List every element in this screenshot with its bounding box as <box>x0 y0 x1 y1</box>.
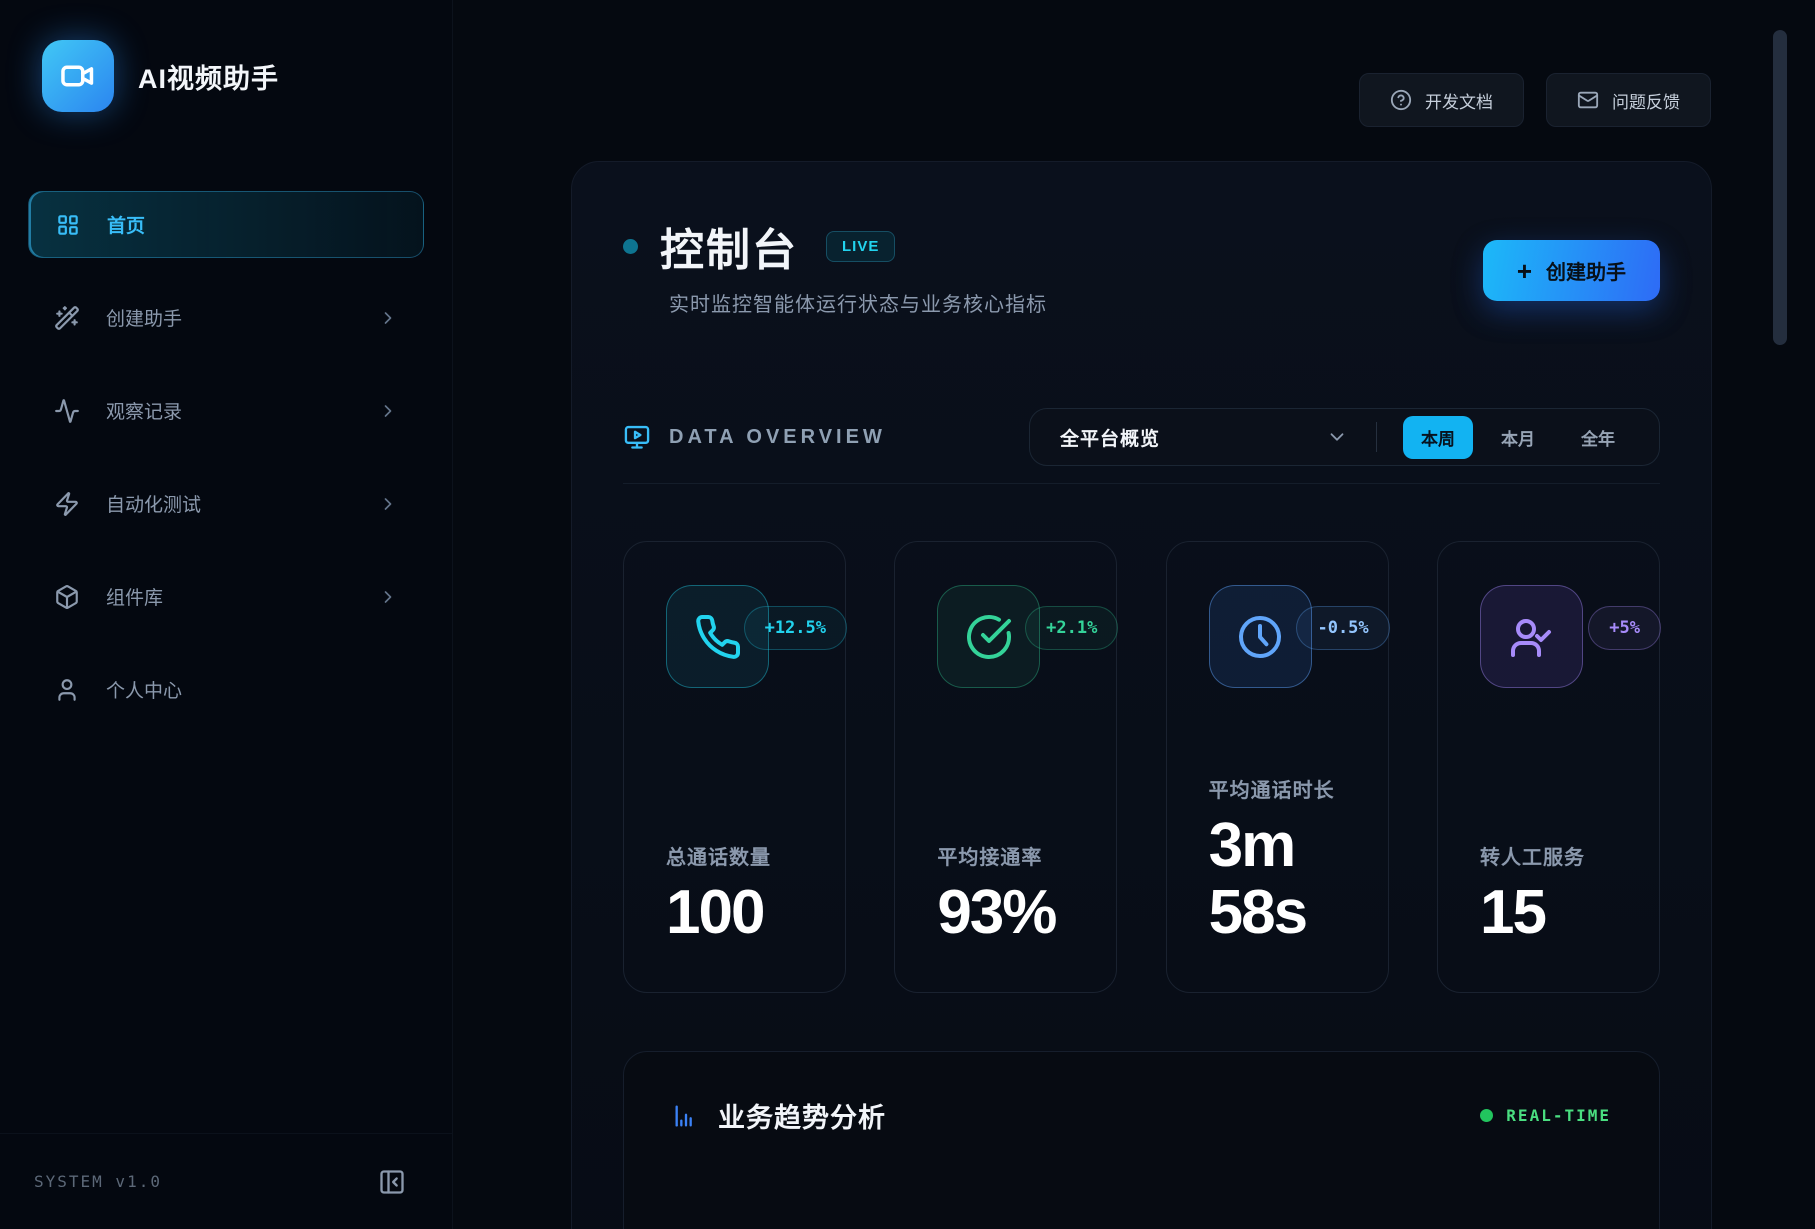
tab-this-week[interactable]: 本周 <box>1403 416 1473 459</box>
console-header: 控制台 LIVE 实时监控智能体运行状态与业务核心指标 + 创建助手 <box>623 162 1660 317</box>
trend-title: 业务趋势分析 <box>718 1096 886 1135</box>
stat-trend-badge: +12.5% <box>744 606 847 650</box>
main-content: 开发文档 问题反馈 控制台 LIVE 实时监控智能体运行状态与业务核心指标 <box>453 0 1815 1229</box>
sidebar: AI视频助手 首页 创建助手 <box>0 0 453 1229</box>
sidebar-item-label: 观察记录 <box>106 397 182 424</box>
live-badge: LIVE <box>826 231 895 262</box>
feedback-label: 问题反馈 <box>1612 88 1680 113</box>
sidebar-item-personal-center[interactable]: 个人中心 <box>28 656 424 723</box>
help-circle-icon <box>1390 89 1412 111</box>
realtime-status: REAL-TIME <box>1480 1106 1611 1125</box>
chevron-right-icon <box>378 308 398 328</box>
app-logo <box>42 40 114 112</box>
sidebar-item-create-assistant[interactable]: 创建助手 <box>28 284 424 351</box>
status-dot <box>623 239 638 254</box>
panel-collapse-icon <box>378 1168 406 1196</box>
sidebar-item-label: 首页 <box>107 211 145 238</box>
chevron-right-icon <box>378 401 398 421</box>
dev-docs-label: 开发文档 <box>1425 88 1493 113</box>
range-tabs: 本周 本月 全年 <box>1403 416 1633 459</box>
app-logo-row: AI视频助手 <box>42 40 279 112</box>
plus-icon: + <box>1517 258 1532 284</box>
video-camera-icon <box>59 57 97 95</box>
status-dot <box>1480 1109 1493 1122</box>
page-subtitle: 实时监控智能体运行状态与业务核心指标 <box>669 288 1047 317</box>
sidebar-item-home[interactable]: 首页 <box>28 191 424 258</box>
sidebar-item-automation-test[interactable]: 自动化测试 <box>28 470 424 537</box>
stat-card-total-calls: +12.5% 总通话数量 100 <box>623 541 846 993</box>
dashboard-icon <box>55 212 81 238</box>
stat-trend-badge: +5% <box>1588 606 1661 650</box>
stat-card-human-transfer: +5% 转人工服务 15 <box>1437 541 1660 993</box>
stat-label: 平均接通率 <box>937 841 1074 870</box>
sidebar-nav: 首页 创建助手 观察记录 <box>28 191 424 749</box>
create-assistant-label: 创建助手 <box>1546 256 1626 285</box>
mail-icon <box>1577 89 1599 111</box>
activity-icon <box>54 398 80 424</box>
platform-select-value: 全平台概览 <box>1060 424 1160 451</box>
divider <box>1376 422 1377 452</box>
sidebar-item-observe-records[interactable]: 观察记录 <box>28 377 424 444</box>
platform-select[interactable]: 全平台概览 <box>1060 424 1376 451</box>
bar-chart-icon <box>672 1102 700 1130</box>
realtime-label: REAL-TIME <box>1506 1106 1611 1125</box>
feedback-button[interactable]: 问题反馈 <box>1546 73 1711 127</box>
dev-docs-button[interactable]: 开发文档 <box>1359 73 1524 127</box>
stat-card-answer-rate: +2.1% 平均接通率 93% <box>894 541 1117 993</box>
stat-label: 总通话数量 <box>666 841 803 870</box>
stat-icon-tile <box>937 585 1040 688</box>
console-title-block: 控制台 LIVE 实时监控智能体运行状态与业务核心指标 <box>623 214 1047 317</box>
stat-value: 93% <box>937 880 1087 947</box>
cube-icon <box>54 584 80 610</box>
sidebar-item-label: 自动化测试 <box>106 490 201 517</box>
sidebar-item-label: 创建助手 <box>106 304 182 331</box>
bolt-icon <box>54 491 80 517</box>
chevron-down-icon <box>1326 426 1348 448</box>
sidebar-item-label: 组件库 <box>106 583 163 610</box>
create-assistant-button[interactable]: + 创建助手 <box>1483 240 1660 301</box>
topbar: 开发文档 问题反馈 <box>1359 73 1711 127</box>
sidebar-item-component-library[interactable]: 组件库 <box>28 563 424 630</box>
stat-icon-tile <box>1209 585 1312 688</box>
sidebar-footer: SYSTEM v1.0 <box>0 1133 452 1229</box>
stat-cards: +12.5% 总通话数量 100 +2.1% 平均接通率 93% <box>623 541 1660 993</box>
page-title: 控制台 <box>660 214 798 278</box>
user-check-icon <box>1507 613 1555 661</box>
tab-this-year[interactable]: 全年 <box>1563 416 1633 459</box>
clock-icon <box>1236 613 1284 661</box>
collapse-sidebar-button[interactable] <box>378 1168 406 1196</box>
stat-label: 转人工服务 <box>1480 841 1617 870</box>
sidebar-item-label: 个人中心 <box>106 676 182 703</box>
stat-trend-badge: +2.1% <box>1025 606 1118 650</box>
stat-card-avg-duration: -0.5% 平均通话时长 3m 58s <box>1166 541 1389 993</box>
trend-analysis-panel: 业务趋势分析 REAL-TIME <box>623 1051 1660 1229</box>
monitor-play-icon <box>623 423 651 451</box>
vertical-scrollbar-thumb[interactable] <box>1773 30 1787 345</box>
stat-label: 平均通话时长 <box>1209 774 1346 803</box>
chevron-right-icon <box>378 494 398 514</box>
app-title: AI视频助手 <box>138 57 279 96</box>
data-overview-bar: DATA OVERVIEW 全平台概览 本周 本月 全年 <box>623 408 1660 466</box>
stat-icon-tile <box>1480 585 1583 688</box>
divider <box>623 483 1660 484</box>
check-circle-icon <box>965 613 1013 661</box>
console-panel: 控制台 LIVE 实时监控智能体运行状态与业务核心指标 + 创建助手 DATA … <box>571 161 1712 1229</box>
phone-icon <box>694 613 742 661</box>
stat-value: 15 <box>1480 880 1630 947</box>
stat-value: 100 <box>666 880 816 947</box>
data-overview-label: DATA OVERVIEW <box>669 426 886 449</box>
stat-trend-badge: -0.5% <box>1296 606 1389 650</box>
stat-value: 3m 58s <box>1209 813 1359 947</box>
system-version: SYSTEM v1.0 <box>34 1172 162 1191</box>
tab-this-month[interactable]: 本月 <box>1483 416 1553 459</box>
chevron-right-icon <box>378 587 398 607</box>
wand-icon <box>54 305 80 331</box>
user-icon <box>54 677 80 703</box>
overview-controls: 全平台概览 本周 本月 全年 <box>1029 408 1660 466</box>
